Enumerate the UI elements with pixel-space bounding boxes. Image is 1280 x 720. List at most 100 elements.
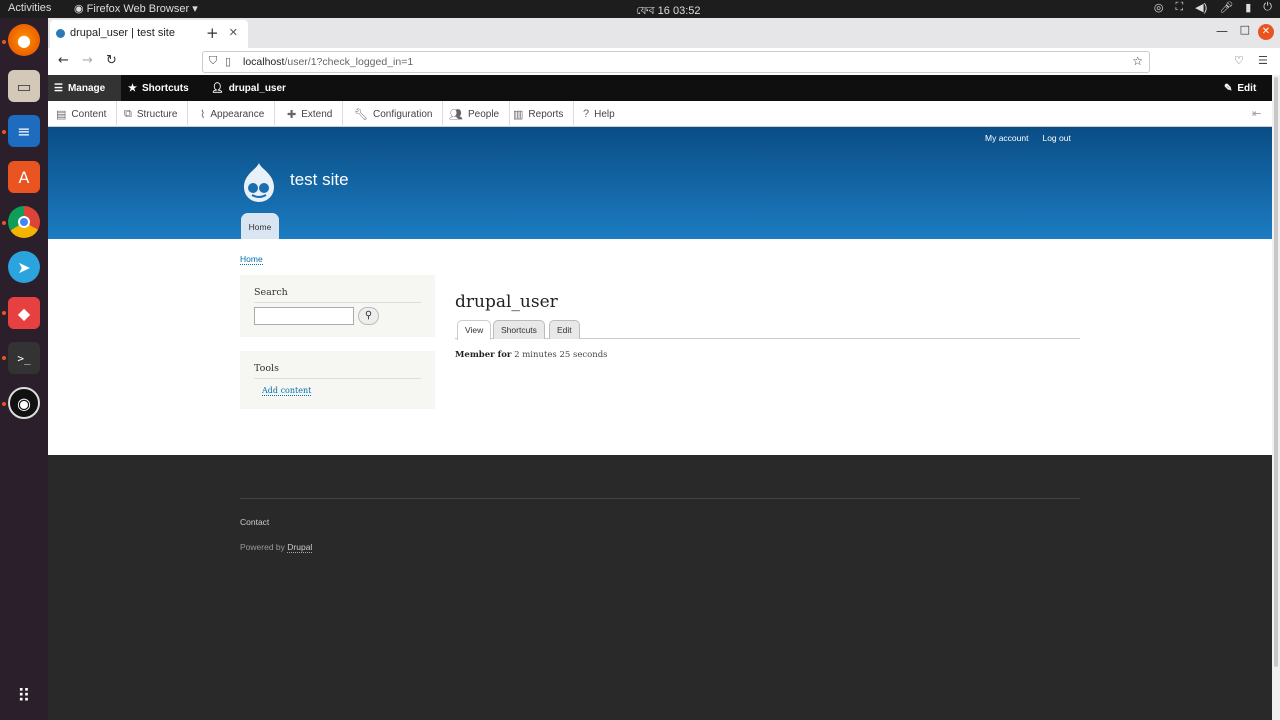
tools-block: Tools Add content [240, 351, 435, 409]
menu-item-label: Content [71, 108, 107, 120]
scrollbar-thumb[interactable] [1274, 77, 1278, 667]
main-nav-home[interactable]: Home [241, 213, 279, 239]
wrench-icon: 🔧︎ [354, 108, 368, 121]
page-info-icon[interactable]: ▯ [225, 55, 231, 68]
sitemap-icon: ⧉ [124, 107, 132, 120]
running-indicator [2, 311, 6, 315]
close-tab-icon[interactable]: ✕ [229, 26, 238, 39]
add-content-link[interactable]: Add content [262, 386, 312, 396]
window-close-icon[interactable]: ✕ [1258, 24, 1274, 40]
menu-item-help[interactable]: ? Help [575, 101, 625, 127]
running-indicator [2, 356, 6, 360]
menu-item-label: People [467, 108, 500, 120]
url-bar[interactable]: ⛉ ▯ localhost/user/1?check_logged_in=1 ☆ [202, 51, 1150, 73]
bar-chart-icon: ▥ [513, 108, 524, 121]
system-tray[interactable]: ◎ ⛶ ◀) 🎤︎ ▮ ⏻ [1154, 1, 1272, 14]
user-icon: 👤︎ [211, 82, 224, 94]
url-host: localhost [243, 56, 285, 68]
contact-link[interactable]: Contact [240, 517, 269, 527]
breadcrumb[interactable]: Home [240, 254, 263, 265]
files-icon[interactable]: ▭ [8, 70, 40, 102]
orientation-toggle-icon[interactable]: ⇤ [1252, 107, 1261, 120]
running-indicator [2, 40, 6, 44]
search-input[interactable] [254, 307, 354, 325]
menu-item-label: Appearance [210, 108, 265, 120]
terminal-icon[interactable]: >_ [8, 342, 40, 374]
tracking-protection-icon[interactable]: ⛉ [209, 55, 217, 68]
drupal-logo[interactable] [240, 161, 278, 203]
new-tab-button[interactable]: + [206, 24, 219, 42]
power-icon: ⏻ [1263, 1, 1272, 13]
people-icon: 👥︎ [449, 108, 463, 121]
scrollbar[interactable] [1272, 75, 1280, 720]
app-menu[interactable]: ◉ Firefox Web Browser ▾ [74, 2, 198, 15]
menu-item-people[interactable]: 👥︎ People [441, 101, 511, 127]
menu-item-content[interactable]: ▤ Content [48, 101, 118, 127]
dock: ● ▭ ≡ A ➤ ◆ >_ ◉ ⠿ [0, 18, 48, 720]
member-for: Member for 2 minutes 25 seconds [455, 350, 608, 360]
admin-menu-tray: ▤ Content ⧉ Structure ⌇ Appearance ✚ Extend … [48, 101, 1272, 127]
shortcuts-tab[interactable]: ★ Shortcuts [128, 75, 189, 101]
star-icon: ★ [128, 82, 137, 94]
obs-icon[interactable]: ◉ [8, 387, 40, 419]
puzzle-icon: ✚ [287, 108, 297, 121]
writer-icon[interactable]: ≡ [8, 115, 40, 147]
back-icon[interactable]: ← [58, 53, 69, 68]
log-out-link[interactable]: Log out [1042, 133, 1070, 143]
menu-icon[interactable]: ☰ [1258, 54, 1268, 67]
help-icon: ? [583, 108, 590, 120]
member-for-label: Member for [455, 350, 512, 360]
tools-block-title: Tools [254, 363, 279, 374]
drupal-favicon-icon [56, 29, 65, 38]
anydesk-icon[interactable]: ◆ [8, 297, 40, 329]
system-top-bar: Activities ◉ Firefox Web Browser ▾ ফেব 1… [0, 0, 1280, 18]
show-apps-icon[interactable]: ⠿ [8, 680, 40, 712]
menu-item-label: Extend [301, 108, 333, 120]
app-menu-label: Firefox Web Browser ▾ [86, 3, 198, 15]
edit-label: Edit [1237, 82, 1257, 94]
menu-item-label: Help [594, 108, 615, 120]
firefox-icon[interactable]: ● [8, 24, 40, 56]
tab-edit[interactable]: Edit [549, 320, 580, 339]
manage-tab[interactable]: ☰ Manage [48, 75, 121, 101]
my-account-link[interactable]: My account [985, 133, 1028, 143]
telegram-icon[interactable]: ➤ [8, 251, 40, 283]
software-center-icon[interactable]: A [8, 161, 40, 193]
edit-tab[interactable]: ✎ Edit [1224, 75, 1256, 101]
powered-by: Powered by Drupal [240, 542, 313, 553]
site-name[interactable]: test site [290, 170, 349, 190]
minimize-icon[interactable]: — [1216, 24, 1228, 38]
mic-icon: 🎤︎ [1219, 2, 1234, 14]
manage-label: Manage [67, 82, 106, 94]
paintbrush-icon: ⌇ [200, 108, 206, 121]
chrome-icon[interactable] [8, 206, 40, 238]
menu-item-reports[interactable]: ▥ Reports [505, 101, 575, 127]
site-header: My account Log out test site Home [48, 127, 1272, 239]
menu-item-configuration[interactable]: 🔧︎ Configuration [346, 101, 444, 127]
menu-item-structure[interactable]: ⧉ Structure [116, 101, 189, 127]
menu-item-label: Reports [528, 108, 564, 120]
search-button[interactable]: ⚲ [358, 307, 379, 325]
user-tab[interactable]: 👤︎ drupal_user [211, 75, 286, 101]
forward-icon[interactable]: → [82, 53, 93, 68]
search-block-title: Search [254, 287, 288, 298]
menu-item-appearance[interactable]: ⌇ Appearance [192, 101, 276, 127]
drupal-link[interactable]: Drupal [287, 542, 313, 553]
bookmark-star-icon[interactable]: ☆ [1132, 54, 1143, 68]
divider [254, 302, 421, 303]
tab-shortcuts[interactable]: Shortcuts [493, 320, 545, 339]
activities-button[interactable]: Activities [8, 2, 51, 14]
user-label: drupal_user [228, 82, 286, 94]
site-footer: Contact Powered by Drupal [48, 455, 1272, 720]
running-indicator [2, 402, 6, 406]
menu-item-extend[interactable]: ✚ Extend [279, 101, 344, 127]
tab-view[interactable]: View [457, 320, 492, 340]
footer-divider [240, 498, 1080, 499]
running-indicator [2, 130, 6, 134]
powered-by-label: Powered by [240, 542, 285, 552]
tab-strip: drupal_user | test site ✕ + — □ ✕ [48, 18, 1280, 48]
maximize-icon[interactable]: □ [1240, 23, 1250, 36]
pocket-icon[interactable]: ♡ [1234, 54, 1244, 67]
volume-icon: ◀) [1195, 2, 1208, 14]
reload-icon[interactable]: ↻ [106, 53, 117, 68]
